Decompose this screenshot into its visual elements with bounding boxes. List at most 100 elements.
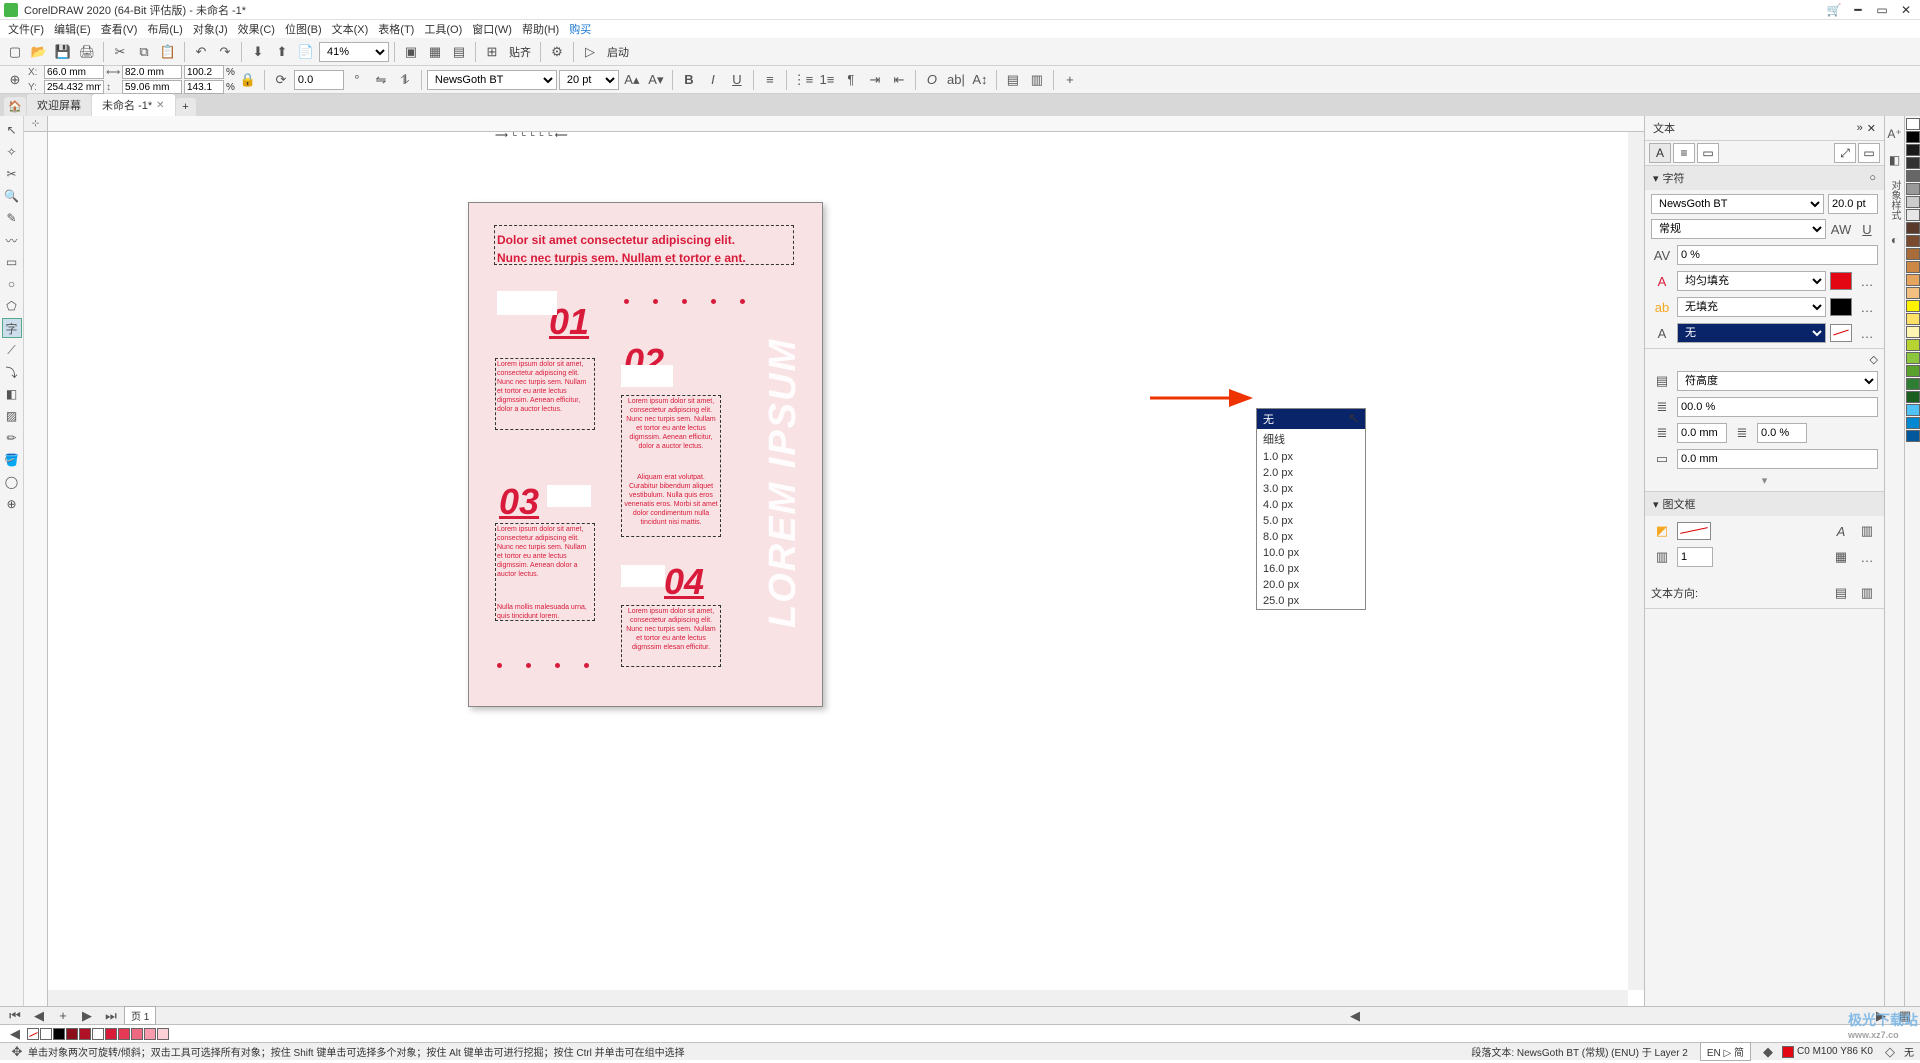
x-input[interactable] — [44, 65, 104, 79]
palette-swatch[interactable] — [1906, 365, 1920, 377]
status-lang[interactable]: EN ▷ 简 — [1700, 1042, 1751, 1061]
para-tab-icon[interactable]: ≡ — [1673, 143, 1695, 163]
indent-dec-icon[interactable]: ⇤ — [888, 69, 910, 91]
colorbar-swatch[interactable] — [66, 1028, 78, 1040]
dropdown-item[interactable]: 2.0 px — [1257, 465, 1365, 481]
page-title-text[interactable]: Dolor sit amet consectetur adipiscing el… — [497, 231, 792, 267]
body3[interactable]: Lorem ipsum dolor sit amet, consectetur … — [497, 525, 593, 580]
section-arrow-icon[interactable]: ▾ — [1653, 498, 1659, 511]
scrollbar-vertical[interactable] — [1628, 132, 1644, 990]
menu-view[interactable]: 查看(V) — [97, 20, 142, 38]
outline-color-swatch[interactable] — [1830, 298, 1852, 316]
outline-tool-icon[interactable]: ◯ — [2, 472, 22, 492]
palette-swatch[interactable] — [1906, 326, 1920, 338]
export-icon[interactable]: ⬆ — [271, 41, 293, 63]
palette-swatch[interactable] — [1906, 313, 1920, 325]
home-tab[interactable]: 🏠 — [4, 97, 26, 116]
copy-icon[interactable]: ⧉ — [133, 41, 155, 63]
vertical-align-icon[interactable]: A — [1830, 520, 1852, 542]
menu-effects[interactable]: 效果(C) — [234, 20, 279, 38]
transparency-tool-icon[interactable]: ▨ — [2, 406, 22, 426]
outline-width-more-icon[interactable]: … — [1856, 322, 1878, 344]
palette-swatch[interactable] — [1906, 118, 1920, 130]
fill-more-icon[interactable]: … — [1856, 270, 1878, 292]
close-tab-icon[interactable]: ✕ — [156, 100, 164, 111]
body2[interactable]: Lorem ipsum dolor sit amet, consectetur … — [623, 397, 719, 452]
canvas[interactable]: Dolor sit amet consectetur adipiscing el… — [48, 132, 1628, 990]
more-tools-icon[interactable]: ⊕ — [2, 494, 22, 514]
edit-text-icon[interactable]: ab| — [945, 69, 967, 91]
fontsize-down-icon[interactable]: A▾ — [645, 69, 667, 91]
fontsize-select[interactable]: 20 pt — [559, 70, 619, 90]
body3b[interactable]: Nulla mollis malesuada urna, quis tincid… — [497, 603, 593, 621]
panel-style-select[interactable]: 常规 — [1651, 219, 1826, 239]
palette-swatch[interactable] — [1906, 300, 1920, 312]
next-page-icon[interactable]: ▶ — [76, 1005, 98, 1027]
scrollbar-horizontal[interactable] — [48, 990, 1628, 1006]
freehand-tool-icon[interactable]: ✎ — [2, 208, 22, 228]
ruler-origin[interactable]: ⊹ — [24, 116, 48, 132]
kerning-input[interactable] — [1677, 245, 1878, 265]
palette-swatch[interactable] — [1906, 391, 1920, 403]
colorbar-swatch[interactable] — [92, 1028, 104, 1040]
shape-tool-icon[interactable]: ✧ — [2, 142, 22, 162]
section-gear-icon[interactable]: ○ — [1869, 172, 1876, 184]
script-icon[interactable]: AW — [1830, 218, 1852, 240]
palette-swatch[interactable] — [1906, 430, 1920, 442]
dropdown-item[interactable]: 4.0 px — [1257, 497, 1365, 513]
canvas-area[interactable]: ⊹ Dolor sit amet consectetur adipiscing … — [24, 116, 1644, 1006]
panel-font-select[interactable]: NewsGoth BT — [1651, 194, 1824, 214]
new-doc-icon[interactable]: ▢ — [4, 41, 26, 63]
text-frame-icon[interactable]: ▤ — [1002, 69, 1024, 91]
cut-icon[interactable]: ✂ — [109, 41, 131, 63]
docker-close-icon[interactable]: ✕ — [1867, 122, 1876, 135]
section-arrow-icon[interactable]: ▾ — [1653, 172, 1659, 185]
redo-icon[interactable]: ↷ — [214, 41, 236, 63]
docker-menu-icon[interactable]: » — [1857, 122, 1863, 135]
outline-more-icon[interactable]: … — [1856, 296, 1878, 318]
pct-input2[interactable] — [1757, 423, 1807, 443]
align-icon[interactable]: ≡ — [759, 69, 781, 91]
y-input[interactable] — [44, 80, 104, 94]
col-settings-icon[interactable]: ▦ — [1830, 546, 1852, 568]
palette-swatch[interactable] — [1906, 196, 1920, 208]
close-button[interactable]: ✕ — [1896, 3, 1916, 17]
parallel-dim-icon[interactable]: ⟋ — [2, 340, 22, 360]
palette-swatch[interactable] — [1906, 417, 1920, 429]
menu-table[interactable]: 表格(T) — [374, 20, 418, 38]
object-origin-icon[interactable]: ⊕ — [4, 69, 26, 91]
expand-icon[interactable]: ⤢ — [1834, 143, 1856, 163]
rotation-input[interactable] — [294, 70, 344, 90]
dropdown-item[interactable]: 10.0 px — [1257, 545, 1365, 561]
maximize-button[interactable]: ▭ — [1872, 3, 1892, 17]
dir-vertical-icon[interactable]: ▥ — [1856, 582, 1878, 604]
paste-icon[interactable]: 📋 — [157, 41, 179, 63]
launch-label[interactable]: 启动 — [603, 44, 633, 60]
grid-icon[interactable]: ▦ — [424, 41, 446, 63]
fontsize-up-icon[interactable]: A▴ — [621, 69, 643, 91]
zoom-select[interactable]: 41% — [319, 42, 389, 62]
palette-swatch[interactable] — [1906, 170, 1920, 182]
side-icon2[interactable]: ◧ — [1885, 150, 1905, 170]
add-icon[interactable]: + — [1059, 69, 1081, 91]
palette-swatch[interactable] — [1906, 339, 1920, 351]
palette-swatch[interactable] — [1906, 157, 1920, 169]
dropcap-icon[interactable]: ¶ — [840, 69, 862, 91]
ruler-horizontal[interactable] — [48, 116, 1644, 132]
underline-button[interactable]: U — [726, 69, 748, 91]
palette-swatch[interactable] — [1906, 378, 1920, 390]
palette-swatch[interactable] — [1906, 183, 1920, 195]
purchase-icon[interactable]: 🛒 — [1824, 3, 1844, 17]
colorbar-swatch[interactable] — [144, 1028, 156, 1040]
mirror-h-icon[interactable]: ⇋ — [370, 69, 392, 91]
text-tool-icon[interactable]: 字 — [2, 318, 22, 338]
char-tab-icon[interactable]: A — [1649, 143, 1671, 163]
palette-swatch[interactable] — [1906, 404, 1920, 416]
colorbar-swatch[interactable] — [131, 1028, 143, 1040]
lock-ratio-icon[interactable]: 🔒 — [237, 69, 259, 91]
mm-input2[interactable] — [1677, 449, 1878, 469]
last-page-icon[interactable]: ⏭ — [100, 1005, 122, 1027]
prev-page-icon[interactable]: ◀ — [28, 1005, 50, 1027]
fill-tool-icon[interactable]: 🪣 — [2, 450, 22, 470]
palette-swatch[interactable] — [1906, 222, 1920, 234]
